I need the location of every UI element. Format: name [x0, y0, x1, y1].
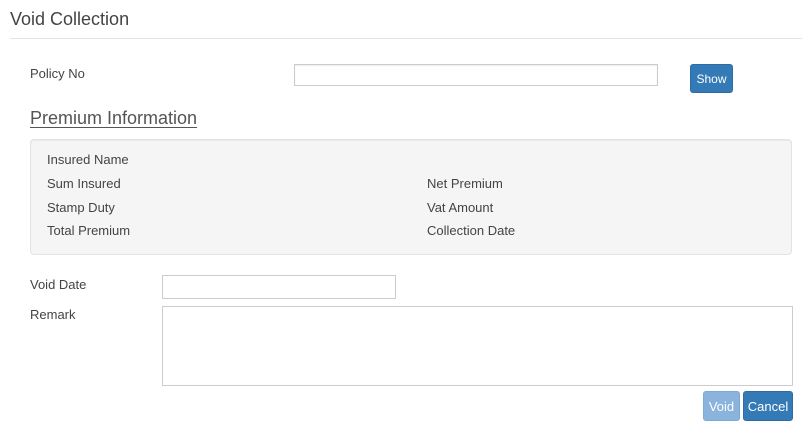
void-button[interactable]: Void — [703, 391, 740, 421]
net-premium-label: Net Premium — [427, 176, 503, 191]
remark-label: Remark — [30, 307, 76, 322]
title-divider — [10, 38, 802, 39]
void-date-label: Void Date — [30, 277, 87, 292]
void-collection-page: Void Collection Policy No Show Premium I… — [0, 0, 802, 426]
void-date-input[interactable] — [162, 275, 396, 299]
policy-no-input[interactable] — [294, 64, 658, 86]
page-title: Void Collection — [10, 9, 130, 29]
premium-information-panel: Insured Name Sum Insured Net Premium Sta… — [30, 139, 792, 255]
insured-name-label: Insured Name — [47, 152, 129, 167]
stamp-duty-label: Stamp Duty — [47, 200, 115, 215]
collection-date-label: Collection Date — [427, 223, 516, 238]
policy-no-label: Policy No — [30, 66, 85, 81]
total-premium-label: Total Premium — [47, 223, 131, 238]
premium-information-heading: Premium Information — [30, 108, 198, 128]
vat-amount-label: Vat Amount — [427, 200, 494, 215]
sum-insured-label: Sum Insured — [47, 176, 121, 191]
remark-textarea[interactable] — [162, 306, 793, 386]
show-button[interactable]: Show — [690, 64, 733, 93]
cancel-button[interactable]: Cancel — [743, 391, 793, 421]
